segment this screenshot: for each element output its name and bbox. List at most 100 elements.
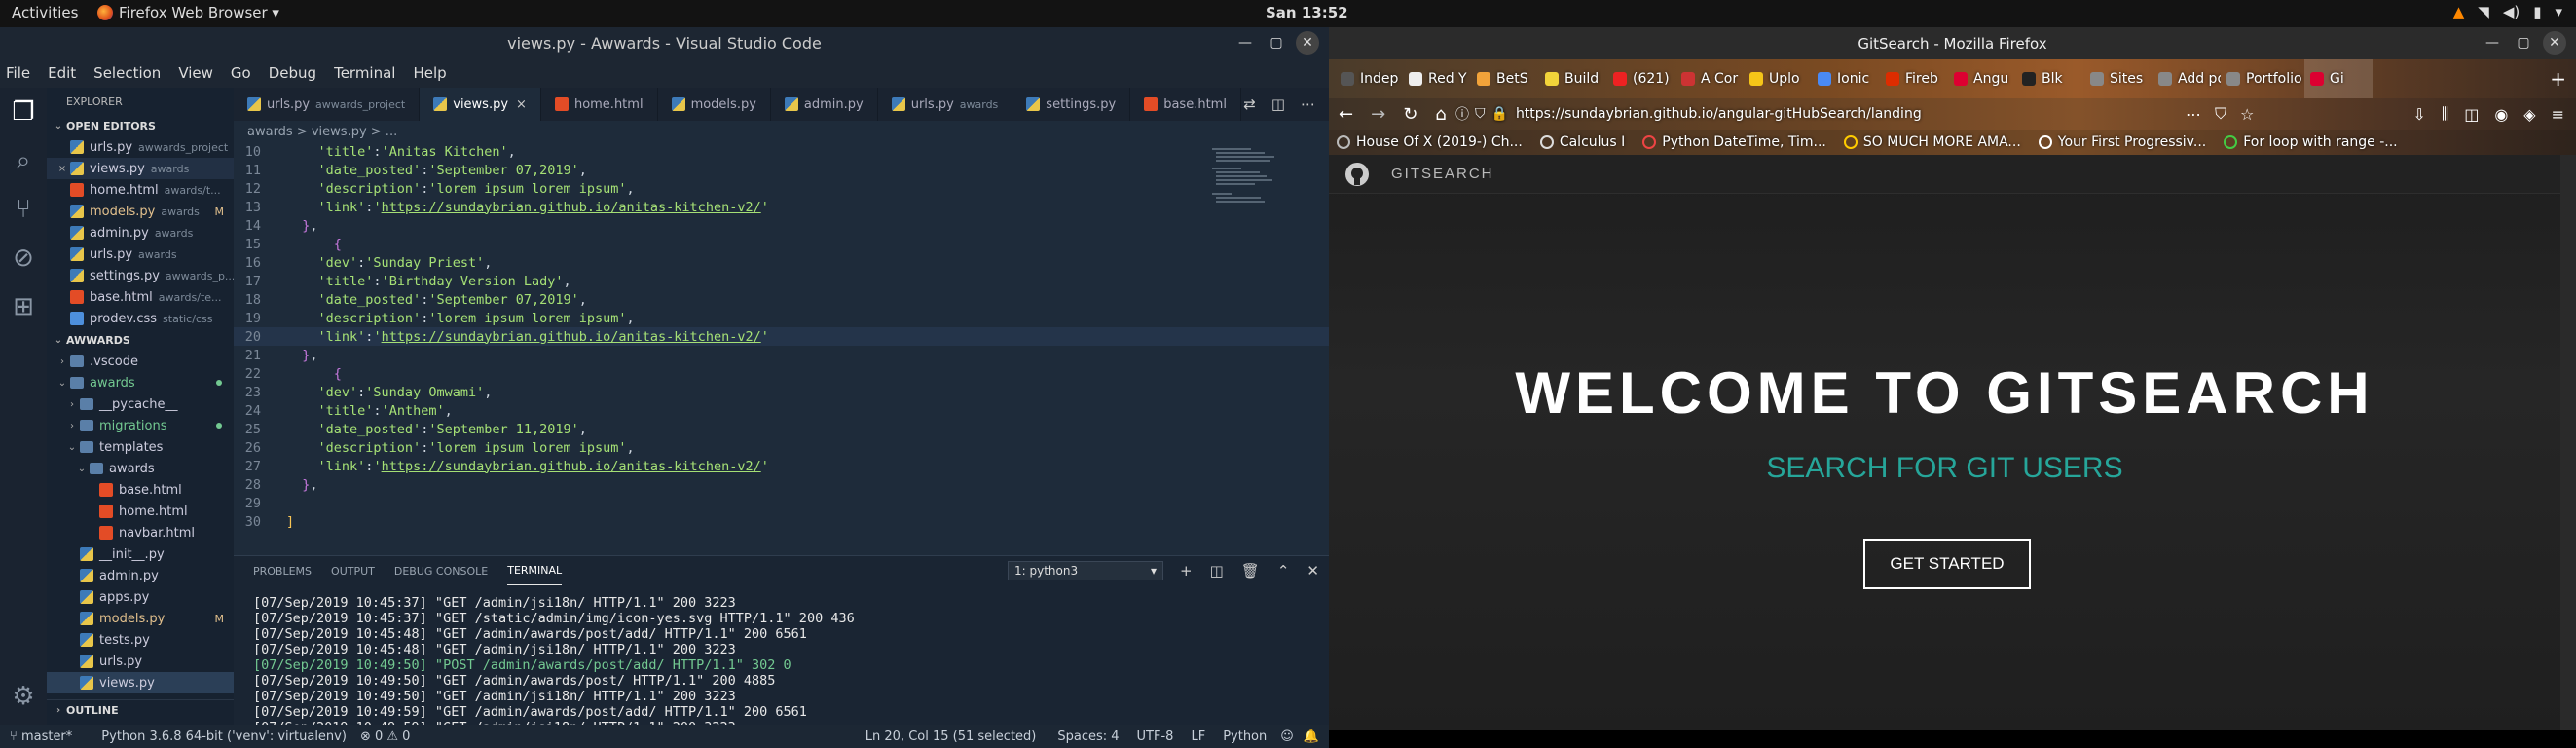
- browser-tab[interactable]: Fireb: [1880, 59, 1948, 98]
- line-endings[interactable]: LF: [1191, 729, 1205, 744]
- open-editor-item[interactable]: models.py awards M: [47, 201, 234, 222]
- tab-terminal[interactable]: TERMINAL: [507, 556, 563, 585]
- new-tab-button[interactable]: +: [2550, 67, 2566, 91]
- activities-button[interactable]: Activities: [12, 4, 78, 21]
- explorer-icon[interactable]: ❐: [0, 88, 47, 136]
- encoding[interactable]: UTF-8: [1137, 729, 1174, 744]
- page-actions-icon[interactable]: ⋯: [2186, 105, 2201, 124]
- bookmark-item[interactable]: Your First Progressiv...: [2038, 134, 2206, 150]
- tree-item[interactable]: __init__.py: [47, 543, 234, 565]
- tracking-shield-icon[interactable]: ⛉: [1475, 106, 1486, 122]
- bookmark-item[interactable]: For loop with range -...: [2224, 134, 2398, 150]
- bookmark-star-icon[interactable]: ☆: [2240, 105, 2254, 124]
- system-tray[interactable]: ▲ ◥ ◀) ▮ ▾: [2453, 3, 2562, 20]
- tree-item[interactable]: base.html: [47, 479, 234, 501]
- browser-tab[interactable]: Uplo: [1744, 59, 1812, 98]
- tree-item[interactable]: navbar.html: [47, 522, 234, 543]
- tab-output[interactable]: OUTPUT: [331, 556, 375, 585]
- split-terminal-icon[interactable]: ◫: [1210, 562, 1224, 580]
- download-icon[interactable]: ⇩: [2412, 105, 2425, 124]
- browser-tab[interactable]: Red Y: [1403, 59, 1471, 98]
- open-editor-item[interactable]: settings.py awwards_p...: [47, 265, 234, 286]
- open-editor-item[interactable]: base.html awards/te...: [47, 286, 234, 308]
- reload-button[interactable]: ↻: [1403, 104, 1417, 125]
- close-button[interactable]: ✕: [1296, 31, 1319, 55]
- menu-edit[interactable]: Edit: [48, 64, 76, 82]
- clock[interactable]: San 13:52: [1266, 4, 1348, 21]
- browser-tab[interactable]: Sites: [2084, 59, 2153, 98]
- info-icon[interactable]: ⓘ: [1455, 104, 1469, 124]
- extensions-icon[interactable]: ⊞: [0, 282, 47, 331]
- menu-file[interactable]: File: [6, 64, 30, 82]
- problems-count[interactable]: ⊗ 0 ⚠ 0: [360, 729, 411, 744]
- indentation[interactable]: Spaces: 4: [1057, 729, 1119, 744]
- library-icon[interactable]: ⫼: [2442, 104, 2448, 124]
- maximize-button[interactable]: ▢: [2512, 31, 2535, 55]
- more-actions-icon[interactable]: ⋯: [1301, 95, 1315, 113]
- source-control-icon[interactable]: ⑂: [0, 185, 47, 234]
- code-editor[interactable]: 10 'title':'Anitas Kitchen', 11 'date_pos…: [234, 142, 1329, 555]
- tree-item[interactable]: ⌄ awards: [47, 458, 234, 479]
- browser-tab[interactable]: BetS: [1471, 59, 1539, 98]
- tree-item[interactable]: home.html: [47, 501, 234, 522]
- get-started-button[interactable]: GET STARTED: [1863, 539, 2031, 589]
- minimize-button[interactable]: —: [2481, 31, 2504, 55]
- site-brand[interactable]: GITSEARCH: [1391, 166, 1494, 182]
- minimap[interactable]: [1202, 142, 1309, 259]
- pocket-icon[interactable]: ⛉: [2215, 104, 2226, 124]
- tree-item[interactable]: ⌄ templates: [47, 436, 234, 458]
- tree-item[interactable]: urls.py: [47, 651, 234, 672]
- new-terminal-icon[interactable]: +: [1180, 562, 1193, 580]
- menu-terminal[interactable]: Terminal: [334, 64, 395, 82]
- close-icon[interactable]: ×: [516, 97, 527, 112]
- url-bar[interactable]: ⓘ ⛉ 🔒 https://sundaybrian.github.io/angu…: [1455, 101, 1942, 127]
- menu-help[interactable]: Help: [413, 64, 446, 82]
- editor-tab[interactable]: views.py ×: [420, 88, 541, 121]
- open-editor-item[interactable]: home.html awards/t...: [47, 179, 234, 201]
- editor-tab[interactable]: admin.py: [771, 88, 878, 121]
- settings-gear-icon[interactable]: ⚙: [0, 672, 47, 721]
- feedback-icon[interactable]: ☺: [1280, 729, 1294, 744]
- menu-debug[interactable]: Debug: [269, 64, 316, 82]
- tree-item[interactable]: apps.py: [47, 586, 234, 608]
- editor-tab[interactable]: settings.py: [1012, 88, 1131, 121]
- tree-item[interactable]: › __pycache__: [47, 393, 234, 415]
- page-scrollbar[interactable]: [2560, 155, 2576, 730]
- tree-item[interactable]: views.py: [47, 672, 234, 693]
- search-icon[interactable]: ⌕: [0, 136, 47, 185]
- open-editor-item[interactable]: urls.py awards: [47, 243, 234, 265]
- browser-tab[interactable]: Angu: [1948, 59, 2016, 98]
- browser-tab[interactable]: Portfolio: [2221, 59, 2304, 98]
- browser-tab[interactable]: Gi: [2304, 59, 2373, 98]
- tab-debug-console[interactable]: DEBUG CONSOLE: [394, 556, 488, 585]
- open-editor-item[interactable]: prodev.css static/css: [47, 308, 234, 329]
- cursor-position[interactable]: Ln 20, Col 15 (51 selected): [865, 729, 1037, 744]
- language-mode[interactable]: Python: [1223, 729, 1267, 744]
- menu-icon[interactable]: ≡: [2552, 105, 2564, 124]
- menu-go[interactable]: Go: [231, 64, 251, 82]
- app-menu[interactable]: Firefox Web Browser ▾: [97, 4, 279, 21]
- bookmark-item[interactable]: SO MUCH MORE AMA...: [1843, 134, 2021, 150]
- browser-tab[interactable]: Ionic: [1812, 59, 1880, 98]
- tree-item[interactable]: tests.py: [47, 629, 234, 651]
- tree-item[interactable]: ⌄ awards: [47, 372, 234, 393]
- debug-icon[interactable]: ⊘: [0, 234, 47, 282]
- project-section[interactable]: ⌄ AWWARDS: [47, 329, 234, 351]
- tree-item[interactable]: admin.py: [47, 565, 234, 586]
- editor-tab[interactable]: urls.py awwards_project: [234, 88, 421, 121]
- bookmark-item[interactable]: House Of X (2019-) Ch...: [1337, 134, 1523, 150]
- python-interpreter[interactable]: Python 3.6.8 64-bit ('venv': virtualenv): [101, 729, 347, 744]
- open-editors-section[interactable]: ⌄ OPEN EDITORS: [47, 115, 234, 136]
- browser-tab[interactable]: A Cor: [1675, 59, 1744, 98]
- compare-icon[interactable]: ⇄: [1243, 95, 1256, 113]
- account-icon[interactable]: ◉: [2494, 105, 2508, 124]
- browser-tab[interactable]: Blk: [2016, 59, 2084, 98]
- sidebar-icon[interactable]: ◫: [2464, 105, 2479, 124]
- browser-tab[interactable]: Indep: [1335, 59, 1403, 98]
- editor-tab[interactable]: urls.py awards: [878, 88, 1013, 121]
- tree-item[interactable]: › .vscode: [47, 351, 234, 372]
- trash-icon[interactable]: 🗑: [1241, 562, 1260, 580]
- maximize-panel-icon[interactable]: ⌃: [1277, 562, 1290, 580]
- tree-item[interactable]: › migrations: [47, 415, 234, 436]
- tree-item[interactable]: models.py M: [47, 608, 234, 629]
